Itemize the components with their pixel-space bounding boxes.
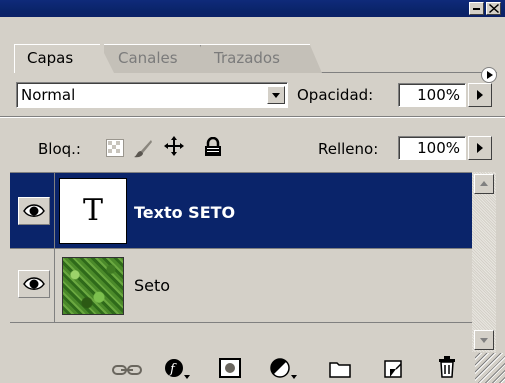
text-layer-thumbnail: T (59, 178, 127, 244)
layers-toolbar: f (0, 352, 505, 383)
opacity-input[interactable]: 100% (398, 83, 466, 107)
tab-label: Canales (118, 49, 178, 67)
resize-grip[interactable] (475, 353, 505, 383)
tab-label: Trazados (214, 49, 280, 67)
tab-label: Capas (27, 49, 74, 67)
hedge-image-thumbnail (62, 257, 124, 315)
blend-mode-value: Normal (21, 86, 76, 104)
lock-row: Bloq.: Relleno: 100% (0, 118, 505, 170)
layer-style-icon[interactable]: f (164, 358, 190, 383)
close-icon[interactable] (486, 2, 501, 15)
tab-divider (312, 72, 497, 73)
trash-icon[interactable] (438, 356, 456, 382)
fill-label: Relleno: (318, 140, 379, 158)
tab-strip: Trazados Canales Capas (0, 17, 505, 83)
panel-title-bar[interactable] (0, 0, 505, 17)
scroll-up-icon[interactable] (474, 174, 494, 194)
minimize-icon[interactable] (469, 2, 484, 15)
lock-transparency-icon[interactable] (106, 139, 124, 161)
layer-row-texto-seto[interactable]: T Texto SETO (10, 173, 472, 249)
layers-panel: Trazados Canales Capas Normal Opacidad: … (0, 0, 505, 383)
lock-brush-icon[interactable] (133, 139, 153, 163)
layers-scrollbar[interactable] (472, 172, 496, 352)
blend-mode-select[interactable]: Normal (16, 82, 288, 108)
opacity-slider-button[interactable] (468, 83, 492, 107)
layer-name[interactable]: Seto (134, 276, 170, 295)
chevron-down-icon[interactable] (267, 86, 285, 104)
link-icon[interactable] (112, 363, 142, 381)
layer-row-seto[interactable]: Seto (10, 249, 472, 323)
layers-list: T Texto SETO Seto (10, 172, 472, 352)
column-divider (54, 173, 55, 248)
tab-canales[interactable]: Canales (104, 44, 212, 73)
tab-capas[interactable]: Capas (14, 44, 114, 73)
eye-icon[interactable] (18, 197, 50, 225)
opacity-label: Opacidad: (297, 86, 374, 104)
new-layer-icon[interactable] (383, 359, 403, 383)
eye-icon[interactable] (18, 270, 50, 298)
fill-input[interactable]: 100% (398, 136, 466, 160)
lock-label: Bloq.: (38, 140, 81, 158)
scroll-down-icon[interactable] (474, 330, 494, 350)
blend-row: Normal Opacidad: 100% (0, 74, 505, 116)
column-divider (54, 249, 55, 322)
panel-menu-icon[interactable] (481, 67, 497, 83)
add-mask-icon[interactable] (219, 358, 241, 382)
lock-move-icon[interactable] (163, 135, 185, 161)
adjustment-layer-icon[interactable] (270, 358, 298, 383)
tab-trazados[interactable]: Trazados (200, 44, 322, 73)
new-group-icon[interactable] (329, 360, 351, 382)
lock-all-icon[interactable] (204, 136, 222, 161)
layer-name[interactable]: Texto SETO (134, 203, 235, 222)
fill-slider-button[interactable] (468, 136, 492, 160)
